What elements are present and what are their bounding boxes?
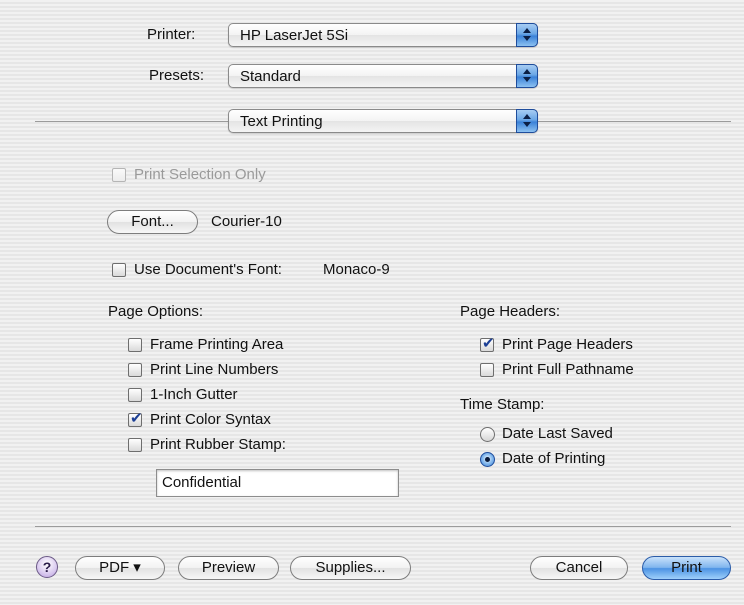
page-headers-heading: Page Headers: bbox=[460, 303, 561, 320]
separator-left bbox=[35, 121, 229, 122]
print-full-pathname-checkbox[interactable] bbox=[480, 363, 494, 377]
preview-button[interactable]: Preview bbox=[178, 556, 279, 580]
popup-arrows-icon bbox=[516, 64, 538, 88]
presets-value: Standard bbox=[240, 68, 301, 85]
print-page-headers-label: Print Page Headers bbox=[502, 336, 633, 353]
print-line-numbers-label: Print Line Numbers bbox=[150, 361, 279, 378]
presets-label: Presets: bbox=[149, 67, 205, 84]
print-line-numbers-checkbox[interactable] bbox=[128, 363, 142, 377]
one-inch-gutter-checkbox[interactable] bbox=[128, 388, 142, 402]
date-of-printing-radio[interactable] bbox=[480, 452, 495, 467]
printer-label: Printer: bbox=[147, 26, 196, 43]
panel-value: Text Printing bbox=[240, 113, 323, 130]
print-full-pathname-label: Print Full Pathname bbox=[502, 361, 634, 378]
question-mark-icon: ? bbox=[42, 559, 52, 575]
use-document-font-checkbox[interactable] bbox=[112, 263, 126, 277]
panel-popup[interactable]: Text Printing bbox=[228, 109, 538, 133]
date-last-saved-radio[interactable] bbox=[480, 427, 495, 442]
print-color-syntax-label: Print Color Syntax bbox=[150, 411, 271, 428]
date-last-saved-label: Date Last Saved bbox=[502, 425, 613, 442]
page-options-heading: Page Options: bbox=[108, 303, 204, 320]
print-rubber-stamp-checkbox[interactable] bbox=[128, 438, 142, 452]
supplies-button[interactable]: Supplies... bbox=[290, 556, 411, 580]
font-button[interactable]: Font... bbox=[107, 210, 198, 234]
pdf-button[interactable]: PDF ▾ bbox=[75, 556, 165, 580]
cancel-button[interactable]: Cancel bbox=[530, 556, 628, 580]
popup-arrows-icon bbox=[516, 23, 538, 47]
print-color-syntax-checkbox[interactable] bbox=[128, 409, 143, 427]
date-of-printing-label: Date of Printing bbox=[502, 450, 606, 467]
printer-popup[interactable]: HP LaserJet 5Si bbox=[228, 23, 538, 47]
bottom-separator bbox=[35, 526, 731, 527]
print-selection-only-label: Print Selection Only bbox=[134, 166, 266, 183]
use-document-font-label: Use Document's Font: bbox=[134, 261, 282, 278]
print-button[interactable]: Print bbox=[642, 556, 731, 580]
printer-value: HP LaserJet 5Si bbox=[240, 27, 349, 44]
help-button[interactable]: ? bbox=[36, 556, 58, 578]
print-page-headers-checkbox[interactable] bbox=[480, 334, 495, 352]
presets-popup[interactable]: Standard bbox=[228, 64, 538, 88]
separator-right bbox=[538, 121, 731, 122]
print-selection-only-checkbox[interactable] bbox=[112, 168, 126, 182]
rubber-stamp-text-field[interactable]: Confidential bbox=[156, 469, 399, 497]
frame-printing-area-checkbox[interactable] bbox=[128, 338, 142, 352]
one-inch-gutter-label: 1-Inch Gutter bbox=[150, 386, 238, 403]
popup-arrows-icon bbox=[516, 109, 538, 133]
document-font-name: Monaco-9 bbox=[323, 261, 390, 278]
time-stamp-heading: Time Stamp: bbox=[460, 396, 545, 413]
print-rubber-stamp-label: Print Rubber Stamp: bbox=[150, 436, 286, 453]
frame-printing-area-label: Frame Printing Area bbox=[150, 336, 284, 353]
current-font: Courier-10 bbox=[211, 213, 282, 230]
